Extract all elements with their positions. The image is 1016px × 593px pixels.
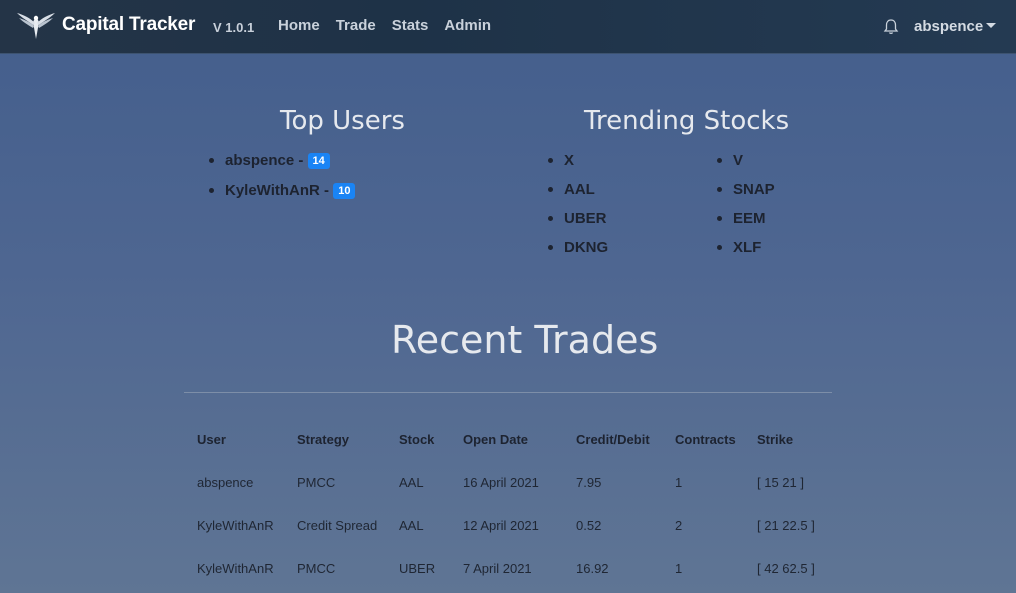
table-cell-contracts: 1 [675,561,683,576]
trending-stock-item[interactable]: UBER [564,210,607,227]
bullet [548,245,553,250]
table-cell-stock: AAL [399,475,424,490]
user-menu-dropdown[interactable]: abspence [914,18,997,35]
table-cell-strategy: Credit Spread [297,518,378,533]
bullet [209,188,214,193]
table-cell-open-date: 7 April 2021 [463,561,532,576]
navbar: Capital Tracker V 1.0.1 Home Trade Stats… [0,0,1016,54]
trending-stock-item[interactable]: AAL [564,181,595,198]
table-cell-strategy: PMCC [297,475,336,490]
separator: - [298,152,304,169]
trade-count-badge: 10 [333,183,356,199]
separator: - [324,182,330,199]
username-label: abspence [914,18,984,35]
bell-icon[interactable] [883,18,899,36]
column-header-strategy: Strategy [297,432,350,447]
bullet [717,245,722,250]
table-cell-open-date: 16 April 2021 [463,475,539,490]
section-divider [184,392,832,393]
bullet [548,216,553,221]
table-cell-stock: UBER [399,561,436,576]
nav-links: Home Trade Stats Admin [278,17,507,34]
table-cell-strategy: PMCC [297,561,336,576]
trending-stock-item[interactable]: SNAP [733,181,775,198]
trade-count-badge: 14 [307,153,330,169]
trending-stock-item[interactable]: V [733,152,743,169]
column-header-contracts: Contracts [675,432,736,447]
table-cell-stock: AAL [399,518,424,533]
table-cell-strike: [ 21 22.5 ] [757,518,815,533]
trending-stocks-title: Trending Stocks [584,106,790,136]
top-user-item: abspence - 14 [225,152,330,169]
top-user-name[interactable]: abspence [225,152,294,169]
recent-trades-title: Recent Trades [391,318,659,362]
trending-stock-item[interactable]: X [564,152,574,169]
table-cell-strike: [ 42 62.5 ] [757,561,815,576]
table-cell-open-date: 12 April 2021 [463,518,539,533]
trending-stock-item[interactable]: DKNG [564,239,608,256]
table-cell-strike: [ 15 21 ] [757,475,804,490]
column-header-strike: Strike [757,432,794,447]
column-header-stock: Stock [399,432,435,447]
bullet [548,187,553,192]
bullet [209,158,214,163]
bullet [548,158,553,163]
table-cell-contracts: 1 [675,475,683,490]
nav-link-stats[interactable]: Stats [392,17,429,34]
bullet [717,187,722,192]
column-header-credit-debit: Credit/Debit [576,432,650,447]
table-cell-credit-debit: 16.92 [576,561,609,576]
bullet [717,158,722,163]
eagle-logo-icon[interactable] [16,10,56,40]
table-cell-user: KyleWithAnR [197,561,274,576]
top-user-item: KyleWithAnR - 10 [225,182,356,199]
table-cell-contracts: 2 [675,518,683,533]
trending-stock-item[interactable]: XLF [733,239,761,256]
app-version: V 1.0.1 [213,20,255,35]
table-cell-user: abspence [197,475,254,490]
bullet [717,216,722,221]
top-user-name[interactable]: KyleWithAnR [225,182,320,199]
nav-link-admin[interactable]: Admin [444,17,491,34]
top-users-title: Top Users [280,106,405,136]
column-header-open-date: Open Date [463,432,529,447]
brand-name[interactable]: Capital Tracker [62,14,195,36]
caret-down-icon [986,23,997,28]
table-cell-credit-debit: 0.52 [576,518,602,533]
column-header-user: User [197,432,226,447]
nav-link-home[interactable]: Home [278,17,320,34]
trending-stock-item[interactable]: EEM [733,210,766,227]
table-cell-user: KyleWithAnR [197,518,274,533]
table-cell-credit-debit: 7.95 [576,475,602,490]
nav-link-trade[interactable]: Trade [336,17,376,34]
